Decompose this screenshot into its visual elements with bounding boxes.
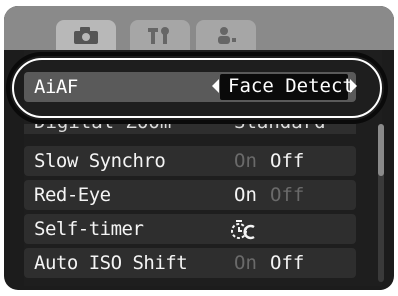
option-off[interactable]: Off <box>270 252 304 274</box>
menu-row-label: Auto ISO Shift <box>34 252 188 274</box>
menu-row-auto-iso-shift[interactable]: Auto ISO Shift On Off <box>24 248 356 278</box>
menu-row-label: Digital Zoom <box>34 124 171 133</box>
option-off[interactable]: Off <box>270 184 304 206</box>
tab-shooting[interactable] <box>56 20 116 50</box>
menu-row-partial[interactable]: Digital Zoom Standard <box>24 124 356 134</box>
highlight-ring-inner <box>12 58 382 118</box>
tools-icon <box>148 27 169 44</box>
tab-my-menu[interactable] <box>196 20 256 50</box>
self-timer-icon <box>231 220 255 240</box>
menu-row-label: Red-Eye <box>34 184 111 206</box>
menu-row-label: Slow Synchro <box>34 150 166 172</box>
option-on[interactable]: On <box>234 252 257 274</box>
menu-row-label: Self-timer <box>34 218 144 240</box>
menu-row-self-timer[interactable]: Self-timer <box>24 214 356 244</box>
tab-setup[interactable] <box>130 20 190 50</box>
camera-lcd-screen: AiAF Face Detect Digital Zoom Standard S… <box>4 6 394 290</box>
camera-icon <box>74 27 98 44</box>
menu-row-red-eye[interactable]: Red-Eye On Off <box>24 180 356 210</box>
option-on[interactable]: On <box>234 150 257 172</box>
menu-row-slow-synchro[interactable]: Slow Synchro On Off <box>24 146 356 176</box>
person-icon <box>218 27 236 44</box>
option-on[interactable]: On <box>234 184 257 206</box>
menu-tab-bar <box>4 6 394 50</box>
option-off[interactable]: Off <box>270 150 304 172</box>
scrollbar-thumb[interactable] <box>378 124 384 176</box>
menu-row-value: Standard <box>234 124 326 133</box>
